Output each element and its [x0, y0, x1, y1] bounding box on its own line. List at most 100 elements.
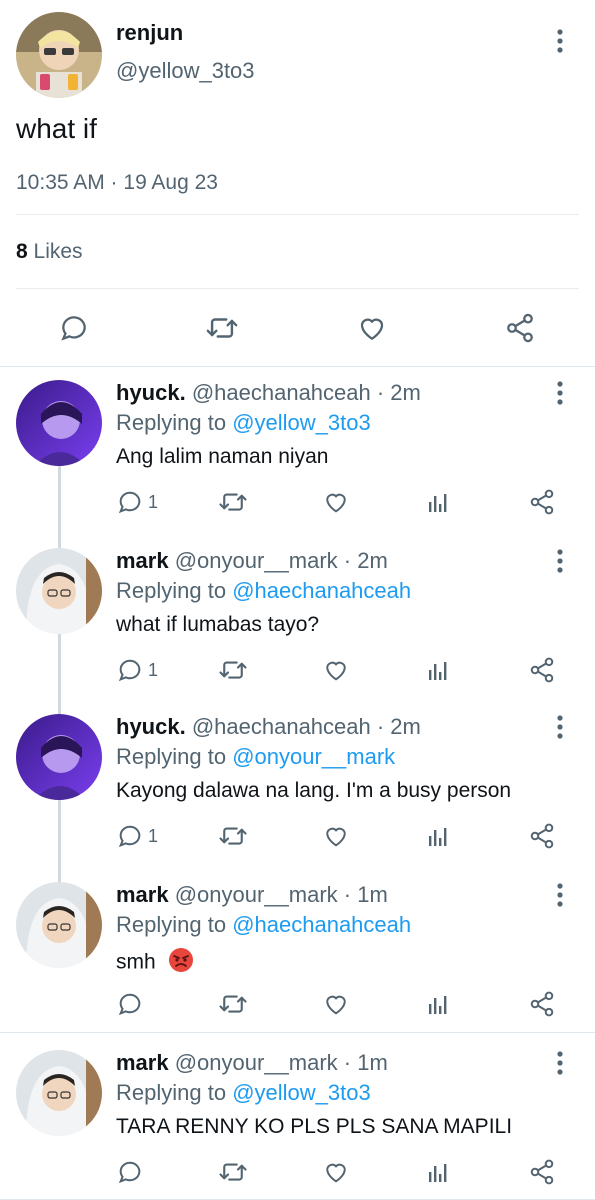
reply-header: mark @onyour__mark · 1m [116, 1050, 388, 1076]
share-icon[interactable] [528, 1158, 556, 1186]
share-icon[interactable] [498, 306, 542, 350]
replying-to: Replying to @yellow_3to3 [116, 410, 371, 436]
retweet-icon[interactable] [200, 306, 244, 350]
more-vert-icon[interactable] [548, 378, 572, 408]
author-handle[interactable]: @yellow_3to3 [116, 58, 255, 84]
retweet-icon[interactable] [218, 656, 248, 684]
analytics-icon[interactable] [426, 822, 450, 850]
more-vert-icon[interactable] [548, 546, 572, 576]
more-vert-icon[interactable] [548, 1048, 572, 1078]
author-name[interactable]: mark [116, 548, 169, 573]
more-vert-icon[interactable] [548, 712, 572, 742]
replying-label: Replying to [116, 578, 227, 603]
reply-header: mark @onyour__mark · 2m [116, 548, 388, 574]
author-name[interactable]: renjun [116, 20, 183, 46]
author-handle[interactable]: @haechanahceah · 2m [192, 714, 421, 739]
author-handle[interactable]: @haechanahceah · 2m [192, 380, 421, 405]
replying-label: Replying to [116, 912, 227, 937]
mention-link[interactable]: @haechanahceah [232, 912, 411, 937]
reply-tweet[interactable]: mark @onyour__mark · 1m Replying to @yel… [0, 1038, 595, 1200]
author-name[interactable]: hyuck. [116, 380, 186, 405]
avatar[interactable] [16, 882, 102, 968]
reply-tweet[interactable]: mark @onyour__mark · 1m Replying to @hae… [0, 870, 595, 1038]
reply-button[interactable] [116, 990, 148, 1018]
reply-text: TARA RENNY KO PLS PLS SANA MAPILI [116, 1115, 513, 1138]
more-vert-icon[interactable] [548, 880, 572, 910]
replying-label: Replying to [116, 410, 227, 435]
like-icon[interactable] [322, 656, 350, 684]
share-icon[interactable] [528, 656, 556, 684]
tweet-text: what if [16, 113, 97, 144]
reply-icon [116, 822, 144, 850]
divider [0, 366, 595, 367]
reply-icon [116, 656, 144, 684]
reply-icon[interactable] [52, 306, 96, 350]
mention-link[interactable]: @onyour__mark [232, 744, 395, 769]
author-name[interactable]: mark [116, 1050, 169, 1075]
reply-icon [116, 1158, 144, 1186]
replying-label: Replying to [116, 1080, 227, 1105]
share-icon[interactable] [528, 822, 556, 850]
analytics-icon[interactable] [426, 990, 450, 1018]
reply-tweet[interactable]: hyuck. @haechanahceah · 2m Replying to @… [0, 702, 595, 870]
share-icon[interactable] [528, 488, 556, 516]
reply-text: smh [116, 947, 194, 979]
more-vert-icon[interactable] [548, 26, 572, 56]
reply-icon [116, 488, 144, 516]
reply-icon [116, 990, 144, 1018]
reply-button[interactable]: 1 [116, 656, 158, 684]
mention-link[interactable]: @yellow_3to3 [232, 1080, 371, 1105]
replying-label: Replying to [116, 744, 227, 769]
reply-count: 1 [148, 491, 159, 512]
like-icon[interactable] [322, 822, 350, 850]
author-handle[interactable]: @onyour__mark · 1m [175, 1050, 388, 1075]
reply-button[interactable]: 1 [116, 822, 158, 850]
analytics-icon[interactable] [426, 488, 450, 516]
divider [16, 288, 579, 289]
avatar[interactable] [16, 12, 102, 98]
retweet-icon[interactable] [218, 1158, 248, 1186]
likes-label: Likes [33, 240, 83, 263]
author-name[interactable]: hyuck. [116, 714, 186, 739]
tweet-timestamp[interactable]: 10:35 AM · 19 Aug 23 [16, 171, 218, 195]
reply-count: 1 [148, 659, 159, 680]
reply-header: hyuck. @haechanahceah · 2m [116, 380, 421, 406]
reply-tweet[interactable]: hyuck. @haechanahceah · 2m Replying to @… [0, 368, 595, 536]
likes-count[interactable]: 8 Likes [16, 240, 83, 264]
like-icon[interactable] [322, 990, 350, 1018]
replying-to: Replying to @haechanahceah [116, 912, 411, 938]
reply-header: mark @onyour__mark · 1m [116, 882, 388, 908]
reply-header: hyuck. @haechanahceah · 2m [116, 714, 421, 740]
replying-to: Replying to @onyour__mark [116, 744, 395, 770]
avatar[interactable] [16, 714, 102, 800]
divider [0, 1032, 595, 1033]
reply-count: 1 [148, 825, 159, 846]
reply-button[interactable]: 1 [116, 488, 158, 516]
reply-text: Ang lalim naman niyan [116, 445, 329, 468]
retweet-icon[interactable] [218, 822, 248, 850]
author-handle[interactable]: @onyour__mark · 1m [175, 882, 388, 907]
share-icon[interactable] [528, 990, 556, 1018]
divider [16, 214, 579, 215]
retweet-icon[interactable] [218, 488, 248, 516]
reply-tweet[interactable]: mark @onyour__mark · 2m Replying to @hae… [0, 536, 595, 704]
avatar[interactable] [16, 548, 102, 634]
mention-link[interactable]: @yellow_3to3 [232, 410, 371, 435]
analytics-icon[interactable] [426, 656, 450, 684]
like-icon[interactable] [322, 488, 350, 516]
retweet-icon[interactable] [218, 990, 248, 1018]
avatar[interactable] [16, 1050, 102, 1136]
reply-text: what if lumabas tayo? [116, 613, 320, 636]
replying-to: Replying to @haechanahceah [116, 578, 411, 604]
mention-link[interactable]: @haechanahceah [232, 578, 411, 603]
analytics-icon[interactable] [426, 1158, 450, 1186]
author-handle[interactable]: @onyour__mark · 2m [175, 548, 388, 573]
likes-number: 8 [16, 240, 28, 263]
avatar[interactable] [16, 380, 102, 466]
like-icon[interactable] [350, 306, 394, 350]
reply-button[interactable] [116, 1158, 148, 1186]
reply-text-content: smh [116, 950, 156, 974]
author-name[interactable]: mark [116, 882, 169, 907]
like-icon[interactable] [322, 1158, 350, 1186]
reply-text: Kayong dalawa na lang. I'm a busy person [116, 779, 512, 802]
